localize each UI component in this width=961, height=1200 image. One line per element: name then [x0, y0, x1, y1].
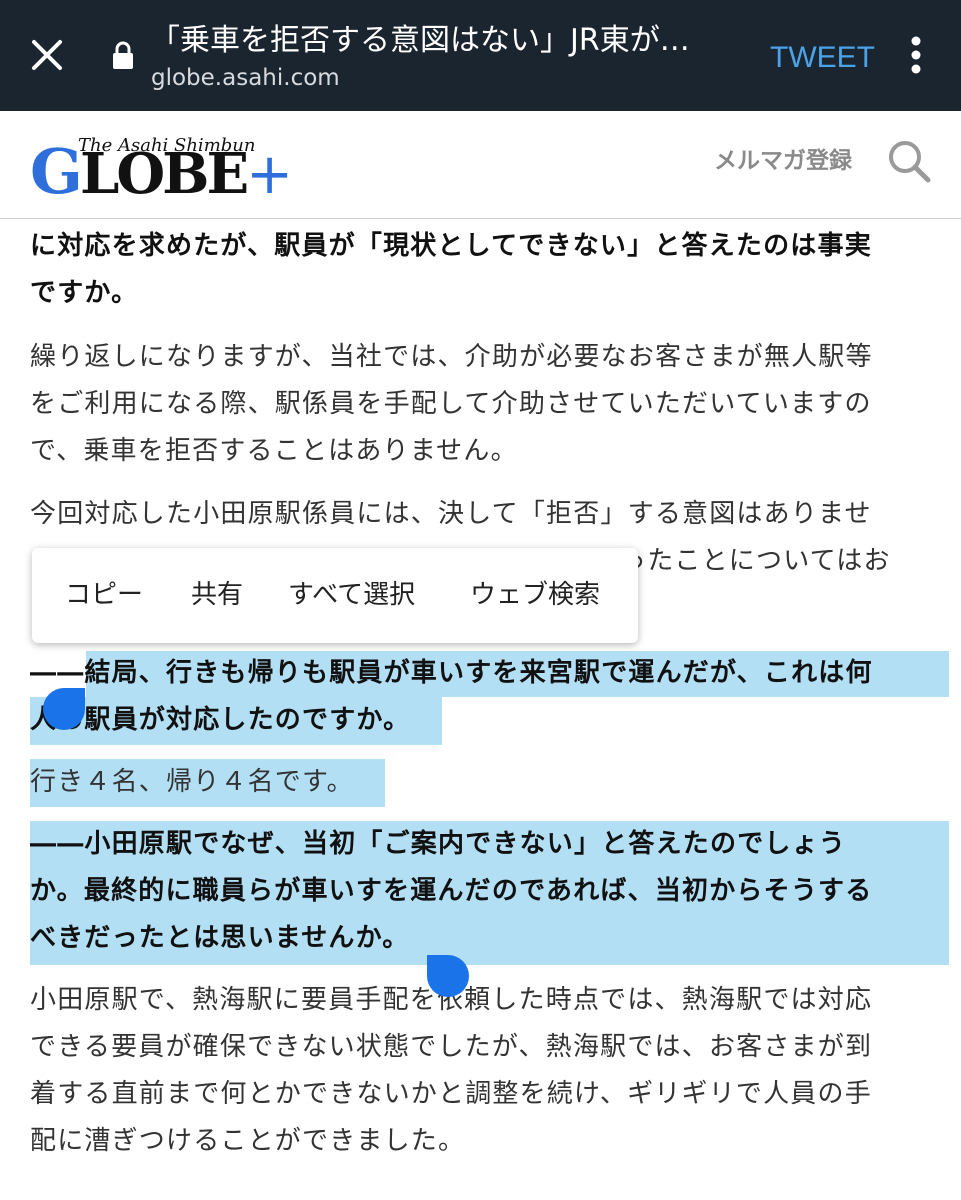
text-line: べきだったとは思いませんか。: [30, 923, 410, 953]
logo-lobe: LOBE: [79, 141, 249, 207]
globe-logo[interactable]: The Asahi Shimbun GLOBE+: [30, 133, 293, 209]
text-line: か。最終的に職員らが車いすを運んだのであれば、当初からそうする: [30, 876, 873, 906]
logo-plus: +: [246, 142, 293, 207]
answer-paragraph: 繰り返しになりますが、当社では、介助が必要なお客さまが無人駅等 をご利用になる際…: [30, 334, 935, 475]
tweet-button[interactable]: TWEET: [770, 38, 875, 78]
answer-paragraph: 行き４名、帰り４名です。: [30, 759, 935, 806]
web-search-menu-item[interactable]: ウェブ検索: [470, 578, 600, 612]
select-all-menu-item[interactable]: すべて選択: [288, 578, 415, 612]
selection-end-handle[interactable]: [427, 955, 469, 997]
text-line: をご利用になる際、駅係員を手配して介助させていただいていますの: [30, 389, 872, 419]
text-line: できる要員が確保できない状態でしたが、熱海駅では、お客さまが到: [30, 1032, 873, 1062]
text-line: 人の駅員が対応したのですか。: [30, 705, 411, 735]
logo-wordmark: GLOBE+: [30, 141, 293, 207]
share-menu-item[interactable]: 共有: [191, 578, 243, 612]
search-icon[interactable]: [886, 138, 932, 184]
question-paragraph: に対応を求めたが、駅員が「現状としてできない」と答えたのは事実 ですか。: [30, 223, 935, 317]
answer-paragraph-partial: ったことについてはお: [620, 538, 940, 585]
newsletter-signup-link[interactable]: メルマガ登録: [714, 144, 852, 178]
close-icon: [32, 40, 62, 70]
page-url: globe.asahi.com: [151, 65, 340, 91]
page-title: 「乗車を拒否する意図はない」JR東が…: [150, 23, 690, 58]
copy-menu-item[interactable]: コピー: [65, 578, 143, 612]
answer-paragraph: 小田原駅で、熱海駅に要員手配を依頼した時点では、熱海駅では対応 できる要員が確保…: [30, 977, 935, 1165]
text-line: 着する直前まで何とかできないかと調整を続け、ギリギリで人員の手: [30, 1079, 872, 1109]
text-line: に対応を求めたが、駅員が「現状としてできない」と答えたのは事実: [30, 231, 872, 261]
more-vertical-icon: [911, 36, 921, 74]
text-line: ――小田原駅でなぜ、当初「ご案内できない」と答えたのでしょう: [30, 829, 847, 859]
lock-icon: [113, 41, 133, 69]
question-paragraph: ――小田原駅でなぜ、当初「ご案内できない」と答えたのでしょう か。最終的に職員ら…: [30, 821, 935, 962]
text-line: 今回対応した小田原駅係員には、決して「拒否」する意図はありませ: [30, 499, 872, 529]
text-line: 行き４名、帰り４名です。: [30, 767, 354, 797]
question-paragraph: ――結局、行きも帰りも駅員が車いすを来宮駅で運んだが、これは何 人の駅員が対応し…: [30, 650, 935, 744]
text-line: ですか。: [30, 278, 139, 308]
overflow-menu-button[interactable]: [898, 30, 934, 80]
text-line: ――結局、行きも帰りも駅員が車いすを来宮駅で運んだが、これは何: [30, 658, 873, 688]
close-button[interactable]: [22, 30, 72, 80]
logo-g: G: [30, 135, 83, 208]
selection-start-handle[interactable]: [43, 688, 85, 730]
browser-toolbar: 「乗車を拒否する意図はない」JR東が… globe.asahi.com TWEE…: [0, 0, 961, 111]
text-line: ったことについてはお: [620, 546, 891, 576]
text-line: 配に漕ぎつけることができました。: [30, 1126, 466, 1156]
text-line: で、乗車を拒否することはありません。: [30, 436, 518, 466]
text-selection-menu: コピー 共有 すべて選択 ウェブ検索: [32, 548, 638, 643]
answer-paragraph: 今回対応した小田原駅係員には、決して「拒否」する意図はありませ: [30, 491, 935, 538]
site-header: The Asahi Shimbun GLOBE+ メルマガ登録: [0, 111, 961, 219]
text-line: 繰り返しになりますが、当社では、介助が必要なお客さまが無人駅等: [30, 342, 873, 372]
